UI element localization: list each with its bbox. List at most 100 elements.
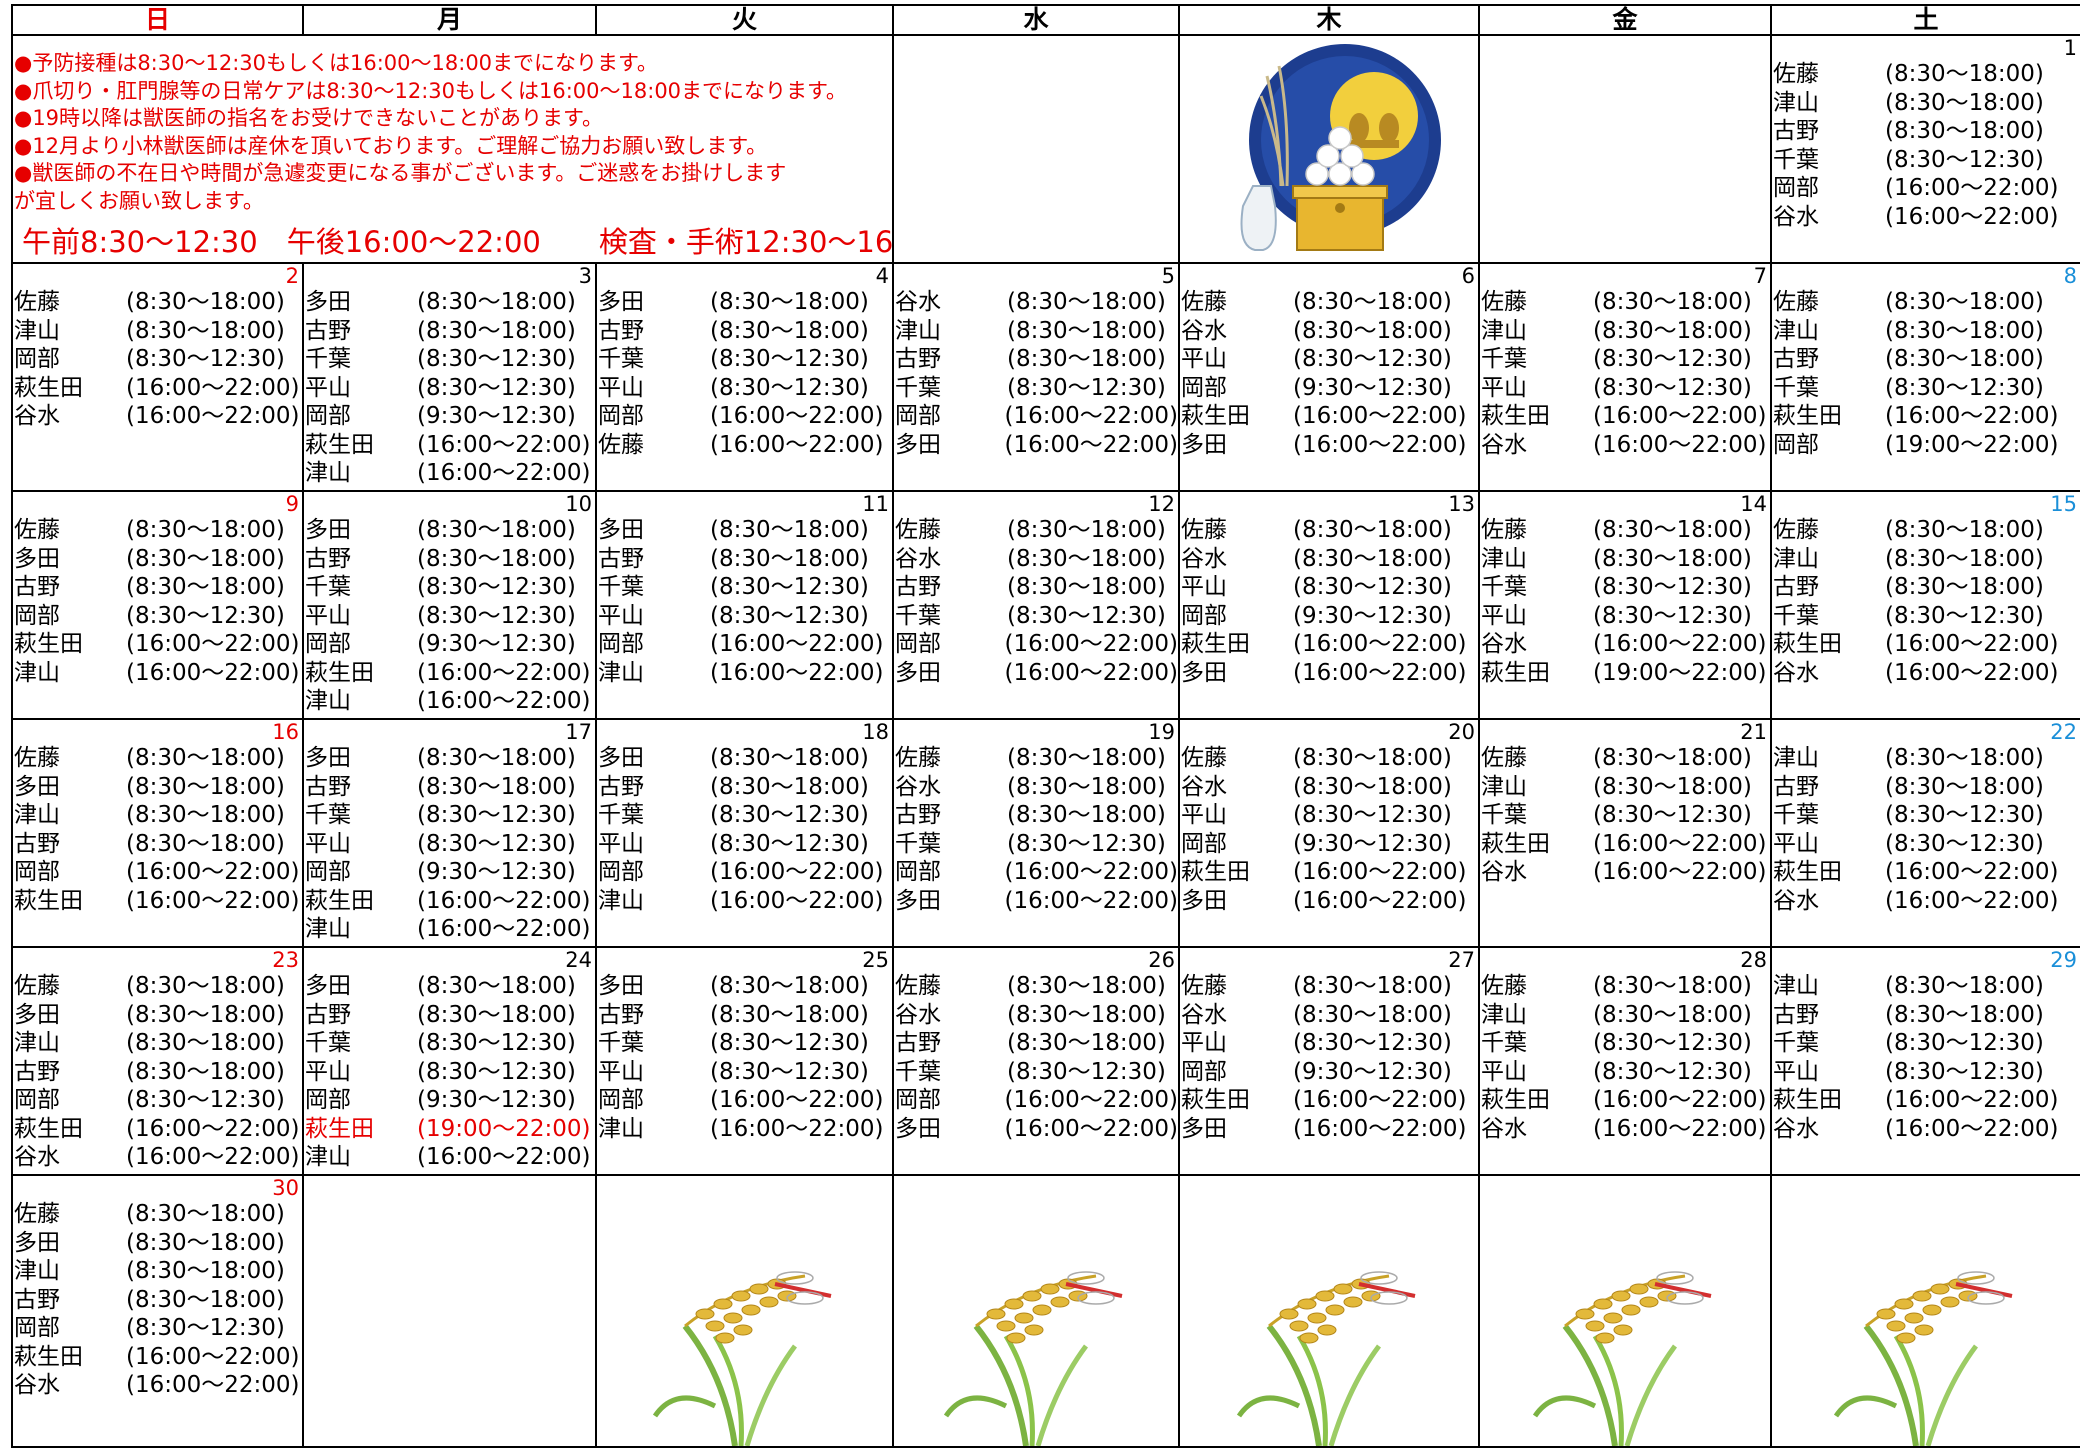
shift-row: 谷水 (8:30～18:00) <box>895 545 1177 574</box>
shift-row: 平山 (8:30～12:30) <box>598 374 891 403</box>
shift-row: 岡部 (16:00～22:00) <box>598 858 891 887</box>
vet-name: 多田 <box>14 773 60 800</box>
shift-row: 萩生田 (16:00～22:00) <box>1773 402 2079 431</box>
day-number: 5 <box>1161 264 1175 288</box>
shift-time: (8:30～18:00) <box>1593 517 1752 543</box>
shift-time: (8:30～18:00) <box>1885 745 2044 771</box>
shift-row: 佐藤 (8:30～18:00) <box>1181 972 1477 1001</box>
shift-time: (19:00～22:00) <box>1885 431 2059 458</box>
vet-name: 岡部 <box>1181 1058 1227 1085</box>
shift-time: (16:00～22:00) <box>1004 659 1178 686</box>
shift-row: 萩生田 (16:00～22:00) <box>1181 1086 1477 1115</box>
shift-row: 千葉 (8:30～12:30) <box>1481 801 1769 830</box>
vet-name: 津山 <box>598 887 644 914</box>
shift-row: 津山 (8:30～18:00) <box>1481 317 1769 346</box>
day-cell: 4 多田 (8:30～18:00) 古野 (8:30～18:00) 千葉 (8:30～12:… <box>595 262 894 492</box>
vet-name: 古野 <box>895 346 941 372</box>
shift-time: (16:00～22:00) <box>126 1115 300 1142</box>
day-number: 26 <box>1148 948 1175 972</box>
vet-name: 千葉 <box>895 602 941 629</box>
shift-time: (16:00～22:00) <box>126 1372 300 1398</box>
day-number: 18 <box>862 720 889 744</box>
shift-time: (8:30～12:30) <box>1007 830 1166 857</box>
vet-name: 古野 <box>305 545 351 572</box>
vet-name: 佐藤 <box>1481 289 1527 315</box>
shift-time: (16:00～22:00) <box>1593 859 1767 885</box>
vet-name: 佐藤 <box>1481 517 1527 543</box>
shift-time: (8:30～12:30) <box>710 574 869 600</box>
vet-name: 萩生田 <box>1181 403 1250 429</box>
vet-name: 古野 <box>14 1286 60 1313</box>
shift-time: (8:30～18:00) <box>1007 1030 1166 1056</box>
shift-row: 萩生田 (16:00～22:00) <box>14 1115 301 1144</box>
shift-row: 千葉 (8:30～12:30) <box>895 1058 1177 1087</box>
shift-time: (8:30～18:00) <box>1293 773 1452 800</box>
shift-row: 古野 (8:30～18:00) <box>1773 117 2079 146</box>
vet-name: 千葉 <box>305 346 351 372</box>
shift-time: (16:00～22:00) <box>126 374 300 401</box>
shift-time: (16:00～22:00) <box>1293 1115 1467 1142</box>
shift-time: (8:30～18:00) <box>1007 346 1166 372</box>
vet-name: 谷水 <box>895 289 941 315</box>
shift-time: (8:30～18:00) <box>710 973 869 999</box>
shift-row: 多田 (16:00～22:00) <box>1181 887 1477 916</box>
shift-row: 古野 (8:30～18:00) <box>14 830 301 859</box>
shift-row: 谷水 (16:00～22:00) <box>14 402 301 431</box>
shift-time: (8:30～18:00) <box>1885 346 2044 372</box>
vet-name: 津山 <box>305 916 351 942</box>
vet-name: 古野 <box>895 1030 941 1056</box>
shift-row: 多田 (8:30～18:00) <box>14 1229 301 1258</box>
vet-name: 平山 <box>1481 602 1527 629</box>
day-cell: 28 佐藤 (8:30～18:00) 津山 (8:30～18:00) 千葉 (8:30～12… <box>1478 946 1772 1176</box>
weekday-header-row: 日 月 火 水 木 金 土 <box>11 4 2080 36</box>
day-number: 25 <box>862 948 889 972</box>
vet-name: 萩生田 <box>1773 403 1842 429</box>
vet-name: 古野 <box>305 317 351 344</box>
note-line: ●12月より小林獣医師は産休を頂いております。ご理解ご協力お願い致します。 <box>14 133 768 158</box>
day-cell: 26 佐藤 (8:30～18:00) 谷水 (8:30～18:00) 古野 (8:30～18… <box>892 946 1180 1176</box>
shift-row: 谷水 (16:00～22:00) <box>1773 659 2079 688</box>
empty-day-cell <box>892 34 1180 264</box>
shift-time: (8:30～18:00) <box>1293 545 1452 572</box>
shift-row: 千葉 (8:30～12:30) <box>1773 1029 2079 1058</box>
shift-time: (8:30～12:30) <box>1885 830 2044 857</box>
weekday-wed: 水 <box>892 4 1180 36</box>
shift-time: (8:30～18:00) <box>417 1001 576 1028</box>
vet-name: 谷水 <box>1181 545 1227 572</box>
vet-name: 多田 <box>1181 887 1227 914</box>
vet-name: 多田 <box>895 659 941 686</box>
vet-name: 千葉 <box>1773 802 1819 828</box>
shift-time: (8:30～18:00) <box>1885 289 2044 315</box>
shift-row: 萩生田 (16:00～22:00) <box>14 887 301 916</box>
shift-row: 古野 (8:30～18:00) <box>1773 773 2079 802</box>
weekday-mon: 月 <box>302 4 597 36</box>
week-row-2: 2 佐藤 (8:30～18:00) 津山 (8:30～18:00) 岡部 (8:30～12:… <box>11 262 2080 492</box>
shift-row: 津山 (8:30～18:00) <box>14 1029 301 1058</box>
shift-row: 萩生田 (19:00～22:00) <box>305 1115 594 1144</box>
note-line: ●予防接種は8:30～12:30もしくは16:00～18:00までになります。 <box>14 51 658 75</box>
shift-row: 岡部 (16:00～22:00) <box>895 630 1178 659</box>
vet-name: 平山 <box>1773 1058 1819 1085</box>
shift-time: (8:30～18:00) <box>1293 317 1452 344</box>
shift-time: (8:30～18:00) <box>1007 773 1166 800</box>
vet-name: 津山 <box>14 659 60 686</box>
shift-time: (8:30～18:00) <box>710 517 869 543</box>
shift-row: 佐藤 (8:30～18:00) <box>895 744 1177 773</box>
shift-row: 平山 (8:30～12:30) <box>1481 1058 1769 1087</box>
vet-name: 萩生田 <box>14 374 83 401</box>
shift-time: (16:00～22:00) <box>1004 631 1178 657</box>
day-number: 20 <box>1448 720 1475 744</box>
shift-time: (8:30～12:30) <box>1885 602 2044 629</box>
shift-time: (8:30～12:30) <box>417 802 576 828</box>
day-number: 1 <box>2063 36 2077 60</box>
shift-row: 古野 (8:30～18:00) <box>598 545 891 574</box>
vet-name: 谷水 <box>1481 859 1527 885</box>
vet-name: 津山 <box>305 460 351 486</box>
shift-row: 萩生田 (16:00～22:00) <box>1481 830 1769 859</box>
shift-time: (8:30～12:30) <box>1593 1030 1752 1056</box>
shift-time: (8:30～18:00) <box>126 1229 285 1256</box>
vet-name: 佐藤 <box>14 745 60 771</box>
shift-row: 萩生田 (16:00～22:00) <box>1181 858 1477 887</box>
vet-name: 佐藤 <box>1773 61 1819 87</box>
shift-row: 津山 (8:30～18:00) <box>1773 89 2079 118</box>
